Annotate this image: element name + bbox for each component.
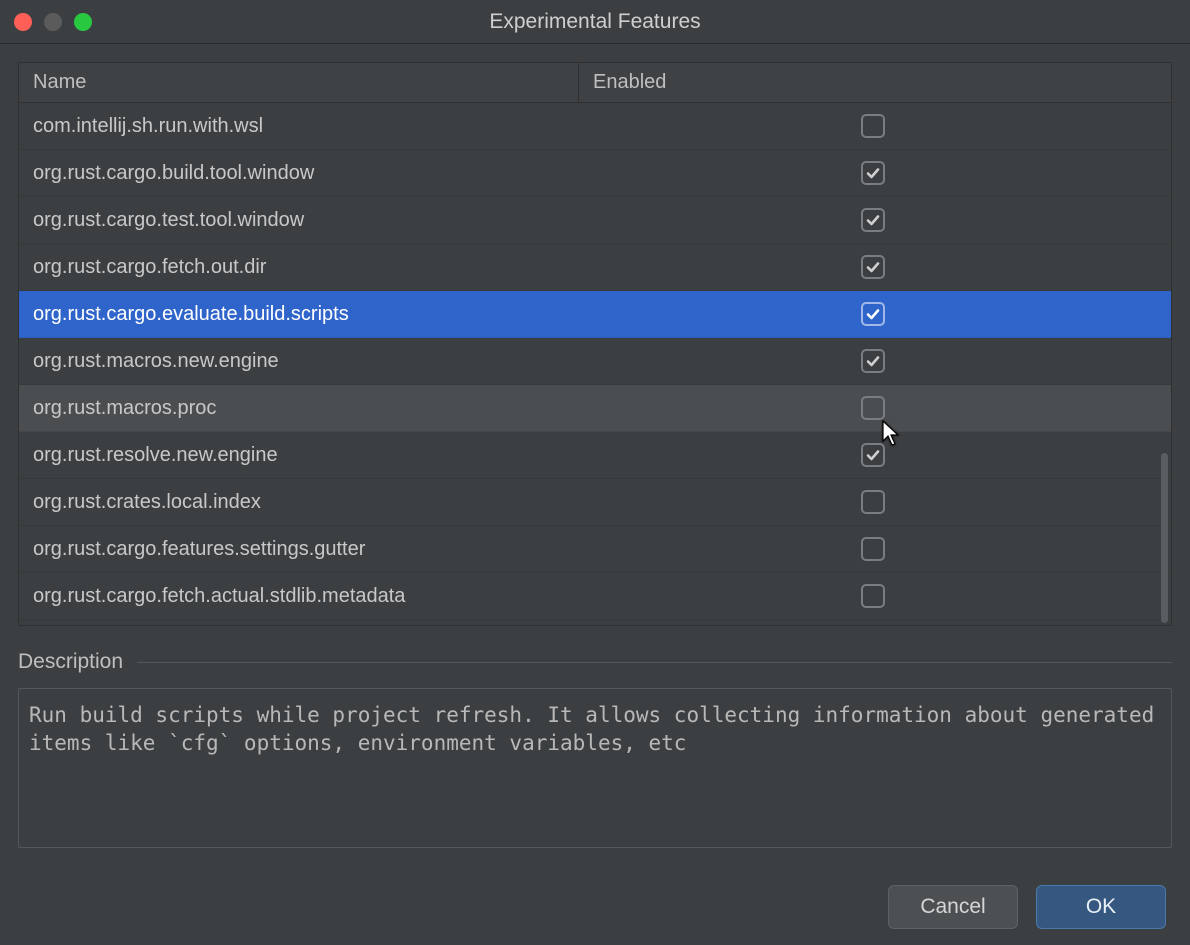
feature-name: org.rust.cargo.fetch.out.dir (33, 256, 853, 279)
table-row[interactable]: org.rust.cargo.build.tool.window (19, 150, 1171, 197)
table-row[interactable]: org.rust.cargo.fetch.out.dir (19, 244, 1171, 291)
table-row[interactable]: com.intellij.sh.run.with.wsl (19, 103, 1171, 150)
feature-enabled-cell (853, 396, 893, 420)
feature-name: org.rust.crates.local.index (33, 491, 853, 514)
table-row[interactable]: org.rust.macros.new.engine (19, 338, 1171, 385)
enabled-checkbox[interactable] (861, 349, 885, 373)
feature-name: org.rust.cargo.evaluate.build.scripts (33, 303, 853, 326)
titlebar: Experimental Features (0, 0, 1190, 44)
table-row[interactable]: org.rust.cargo.test.tool.window (19, 197, 1171, 244)
feature-enabled-cell (853, 208, 893, 232)
description-header: Description (18, 650, 1172, 674)
divider (137, 662, 1172, 663)
feature-name: org.rust.cargo.fetch.actual.stdlib.metad… (33, 585, 853, 608)
feature-name: org.rust.macros.proc (33, 397, 853, 420)
table-body: com.intellij.sh.run.with.wsl org.rust.car… (19, 103, 1171, 625)
feature-name: org.rust.cargo.features.settings.gutter (33, 538, 853, 561)
window-title: Experimental Features (0, 10, 1190, 34)
column-header-name[interactable]: Name (19, 63, 579, 102)
table-row[interactable]: org.rust.crates.local.index (19, 479, 1171, 526)
table-row[interactable]: org.rust.cargo.evaluate.build.scripts (19, 291, 1171, 338)
dialog-buttons: Cancel OK (888, 885, 1166, 929)
feature-enabled-cell (853, 302, 893, 326)
table-row[interactable]: org.rust.cargo.features.settings.gutter (19, 526, 1171, 573)
scrollbar-thumb[interactable] (1161, 453, 1168, 623)
feature-enabled-cell (853, 255, 893, 279)
feature-enabled-cell (853, 161, 893, 185)
feature-name: com.intellij.sh.run.with.wsl (33, 115, 853, 138)
feature-enabled-cell (853, 114, 893, 138)
enabled-checkbox[interactable] (861, 396, 885, 420)
enabled-checkbox[interactable] (861, 490, 885, 514)
table-row[interactable]: org.rust.macros.proc (19, 385, 1171, 432)
features-table: Name Enabled com.intellij.sh.run.with.ws… (18, 62, 1172, 626)
feature-enabled-cell (853, 490, 893, 514)
feature-name: org.rust.resolve.new.engine (33, 444, 853, 467)
enabled-checkbox[interactable] (861, 537, 885, 561)
cancel-button[interactable]: Cancel (888, 885, 1018, 929)
enabled-checkbox[interactable] (861, 302, 885, 326)
enabled-checkbox[interactable] (861, 208, 885, 232)
enabled-checkbox[interactable] (861, 443, 885, 467)
feature-enabled-cell (853, 537, 893, 561)
feature-enabled-cell (853, 584, 893, 608)
feature-name: org.rust.cargo.test.tool.window (33, 209, 853, 232)
table-header: Name Enabled (19, 63, 1171, 103)
description-section: Description Run build scripts while proj… (18, 650, 1172, 848)
description-text: Run build scripts while project refresh.… (18, 688, 1172, 848)
enabled-checkbox[interactable] (861, 584, 885, 608)
feature-enabled-cell (853, 349, 893, 373)
enabled-checkbox[interactable] (861, 255, 885, 279)
column-header-enabled[interactable]: Enabled (579, 63, 1171, 102)
table-row[interactable]: org.rust.resolve.new.engine (19, 432, 1171, 479)
feature-name: org.rust.cargo.build.tool.window (33, 162, 853, 185)
enabled-checkbox[interactable] (861, 114, 885, 138)
feature-name: org.rust.macros.new.engine (33, 350, 853, 373)
enabled-checkbox[interactable] (861, 161, 885, 185)
ok-button[interactable]: OK (1036, 885, 1166, 929)
description-label: Description (18, 650, 123, 674)
table-row[interactable]: org.rust.cargo.fetch.actual.stdlib.metad… (19, 573, 1171, 620)
feature-enabled-cell (853, 443, 893, 467)
